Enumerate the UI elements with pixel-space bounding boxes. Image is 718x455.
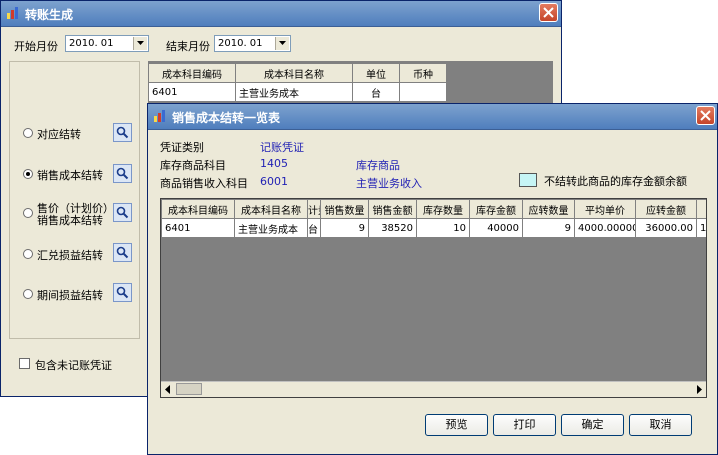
voucher-type-label: 凭证类别 [160,141,204,154]
radio-sales-cost-transfer[interactable] [23,169,33,179]
table-cell: 主营业务成本 [234,218,308,238]
close-button[interactable] [539,3,558,22]
column-header: 库 [696,199,706,219]
include-unposted-checkbox[interactable] [19,358,30,369]
column-header: 成本科目名称 [235,63,353,83]
revenue-account-label: 商品销售收入科目 [160,177,248,190]
title-bar: 转账生成 [1,1,561,27]
close-button[interactable] [696,106,715,125]
column-header: 销售金额 [368,199,417,219]
table-cell: 36000.00 [635,218,697,238]
sales-cost-grid: 成本科目编码 成本科目名称 计量 销售数量 销售金额 库存数量 库存金额 应转数… [161,199,706,238]
sales-cost-list-dialog: 销售成本结转一览表 凭证类别 记账凭证 库存商品科目 1405 库存商品 商品销… [147,103,718,455]
table-cell: 6401 [148,82,236,102]
column-header: 计量 [307,199,321,219]
table-cell: 10 [416,218,470,238]
column-header: 成本科目编码 [161,199,235,219]
option-label: 汇兑损益结转 [37,249,103,262]
chevron-down-icon[interactable] [275,37,289,50]
window-title: 转账生成 [25,8,74,22]
table-row[interactable]: 6401 主营业务成本 台 9 38520 10 40000 9 4000.00… [161,218,706,238]
table-cell: 6401 [161,218,235,238]
start-month-select[interactable]: 2010. 01 [65,35,149,52]
scroll-thumb[interactable] [176,383,202,395]
exchange-gain-search-button[interactable] [113,243,132,262]
column-header: 平均单价 [574,199,636,219]
inventory-account-label: 库存商品科目 [160,159,226,172]
scroll-right-icon[interactable] [695,385,703,394]
search-icon [116,206,129,219]
end-month-select[interactable]: 2010. 01 [214,35,291,52]
app-icon [154,110,165,122]
period-gain-search-button[interactable] [113,283,132,302]
chevron-down-icon[interactable] [133,37,147,50]
search-icon [116,286,129,299]
scroll-left-icon[interactable] [164,385,172,394]
table-cell: 4000.00000 [574,218,636,238]
end-month-label: 结束月份 [166,40,210,53]
inventory-account-name: 库存商品 [356,159,400,172]
column-header: 库存数量 [416,199,470,219]
column-header: 单位 [352,63,400,83]
table-cell: 9 [320,218,369,238]
ok-button[interactable]: 确定 [561,414,624,436]
title-bar: 销售成本结转一览表 [148,104,717,130]
dialog-title: 销售成本结转一览表 [172,111,281,125]
main-grid: 成本科目编码 成本科目名称 单位 币种 6401 主营业务成本 台 [148,63,447,102]
radio-exchange-gain-transfer[interactable] [23,249,33,259]
radio-period-gain-transfer[interactable] [23,289,33,299]
cancel-button[interactable]: 取消 [629,414,692,436]
revenue-account-code: 6001 [260,175,288,188]
close-icon [700,110,711,121]
preview-button[interactable]: 预览 [425,414,488,436]
print-button[interactable]: 打印 [493,414,556,436]
table-cell: 台 [307,218,321,238]
table-row[interactable]: 6401 主营业务成本 台 [148,82,447,102]
table-cell: 台 [352,82,400,102]
close-icon [543,7,554,18]
legend-swatch [519,173,537,187]
start-month-label: 开始月份 [14,40,58,53]
search-icon [116,126,129,139]
table-cell: 9 [522,218,575,238]
column-header: 应转数量 [522,199,575,219]
corresponding-search-button[interactable] [113,123,132,142]
horizontal-scrollbar[interactable] [161,381,706,397]
legend-label: 不结转此商品的库存金额余额 [544,175,687,188]
table-cell: 40000 [469,218,523,238]
radio-planned-price-transfer[interactable] [23,208,33,218]
inventory-account-code: 1405 [260,157,288,170]
app-icon [7,7,18,19]
option-label: 期间损益结转 [37,289,103,302]
voucher-type-value: 记账凭证 [260,141,304,154]
option-label: 销售成本结转 [37,169,103,182]
search-icon [116,167,129,180]
table-cell [399,82,447,102]
table-cell: 38520 [368,218,417,238]
end-month-value: 2010. 01 [218,38,263,49]
radio-corresponding-transfer[interactable] [23,128,33,138]
include-unposted-label: 包含未记账凭证 [35,359,112,372]
sales-cost-search-button[interactable] [113,164,132,183]
search-icon [116,246,129,259]
column-header: 成本科目名称 [234,199,308,219]
table-cell: 主营业务成本 [235,82,353,102]
column-header: 库存金额 [469,199,523,219]
table-cell: 14 [696,218,706,238]
column-header: 应转金额 [635,199,697,219]
option-label-line2: 销售成本结转 [37,214,103,227]
dialog-grid-area: 成本科目编码 成本科目名称 计量 销售数量 销售金额 库存数量 库存金额 应转数… [160,198,707,398]
column-header: 销售数量 [320,199,369,219]
column-header: 币种 [399,63,447,83]
option-label: 对应结转 [37,128,81,141]
planned-price-search-button[interactable] [113,203,132,222]
column-header: 成本科目编码 [148,63,236,83]
revenue-account-name: 主营业务收入 [356,177,422,190]
start-month-value: 2010. 01 [69,38,114,49]
